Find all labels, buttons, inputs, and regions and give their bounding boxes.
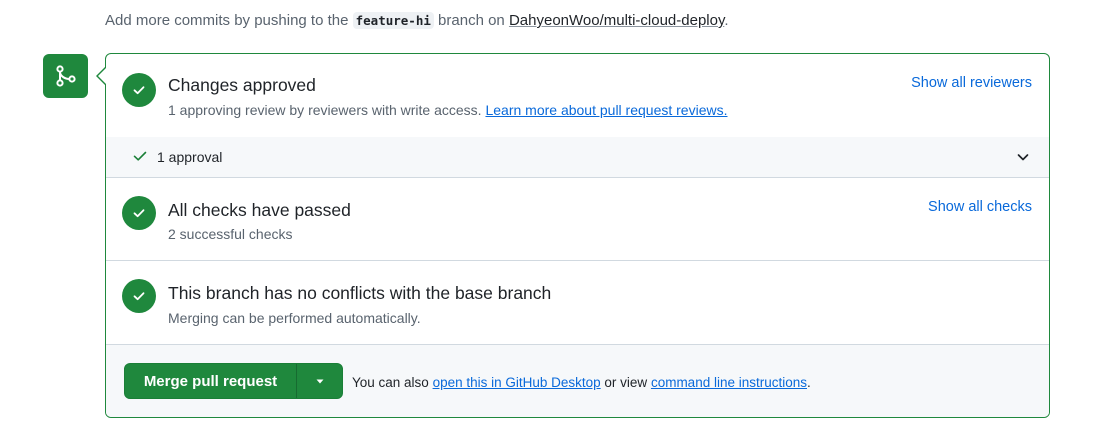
push-hint-middle: branch on	[433, 12, 509, 29]
review-subtitle-text: 1 approving review by reviewers with wri…	[168, 102, 486, 118]
chevron-down-icon[interactable]	[1015, 149, 1031, 170]
merge-alternatives-note: You can also open this in GitHub Desktop…	[352, 375, 811, 390]
branch-name: feature-hi	[352, 12, 434, 29]
learn-reviews-link[interactable]: Learn more about pull request reviews.	[485, 102, 727, 118]
merge-status-panel: Changes approved 1 approving review by r…	[105, 53, 1050, 418]
conflicts-subtitle: Merging can be performed automatically.	[168, 310, 421, 326]
panel-pointer-fill	[98, 68, 106, 84]
review-title: Changes approved	[168, 75, 316, 95]
repo-link[interactable]: DahyeonWoo/multi-cloud-deploy	[509, 12, 724, 29]
checks-title: All checks have passed	[168, 200, 351, 220]
check-icon	[132, 148, 148, 169]
merge-note-prefix: You can also	[352, 375, 433, 390]
merge-note-middle: or view	[600, 375, 651, 390]
check-icon	[122, 279, 156, 313]
merge-button-group: Merge pull request	[124, 363, 343, 399]
checks-subtitle: 2 successful checks	[168, 226, 293, 242]
push-hint: Add more commits by pushing to the featu…	[105, 12, 729, 29]
triangle-down-icon	[316, 379, 323, 384]
approvals-label: 1 approval	[157, 149, 223, 165]
check-icon	[122, 73, 156, 107]
conflicts-title: This branch has no conflicts with the ba…	[168, 283, 552, 303]
show-all-checks-link[interactable]: Show all checks	[928, 199, 1032, 215]
github-desktop-link[interactable]: open this in GitHub Desktop	[433, 375, 601, 390]
checks-section: All checks have passed 2 successful chec…	[106, 178, 1049, 260]
merge-note-suffix: .	[807, 375, 811, 390]
check-icon	[122, 196, 156, 230]
push-hint-prefix: Add more commits by pushing to the	[105, 12, 353, 29]
merge-pull-request-button[interactable]: Merge pull request	[125, 364, 297, 398]
merge-options-dropdown[interactable]	[297, 364, 342, 398]
git-merge-icon	[43, 54, 88, 98]
push-hint-suffix: .	[724, 12, 729, 29]
review-section: Changes approved 1 approving review by r…	[106, 54, 1049, 137]
review-subtitle: 1 approving review by reviewers with wri…	[168, 102, 728, 118]
conflicts-section: This branch has no conflicts with the ba…	[106, 261, 1049, 345]
show-all-reviewers-link[interactable]: Show all reviewers	[911, 75, 1032, 91]
approvals-toggle[interactable]: 1 approval	[106, 137, 1049, 178]
command-line-instructions-link[interactable]: command line instructions	[651, 375, 807, 390]
merge-area: Merge pull request You can also open thi…	[106, 345, 1049, 417]
